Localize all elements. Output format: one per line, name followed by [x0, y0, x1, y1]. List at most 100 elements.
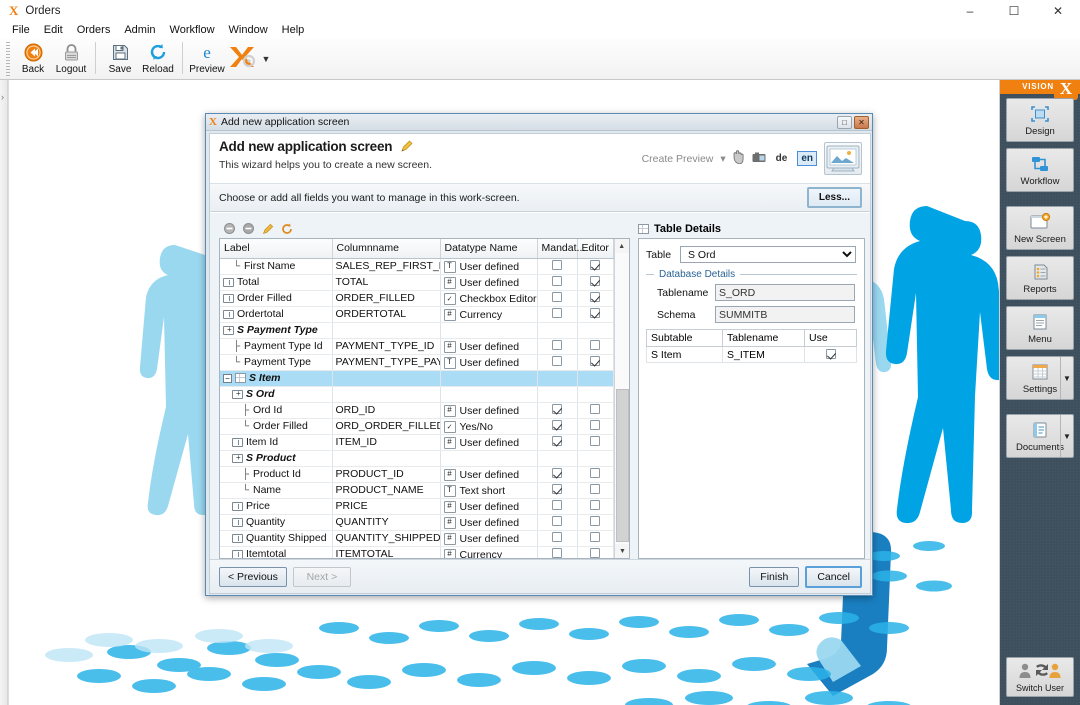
cell-columnname[interactable] — [332, 386, 440, 402]
column-header-label[interactable]: Label — [220, 239, 332, 258]
editor-checkbox[interactable] — [590, 532, 600, 542]
settings-chevron-down-icon[interactable]: ▼ — [1060, 357, 1073, 399]
cell-editor[interactable] — [577, 258, 613, 274]
editor-checkbox[interactable] — [590, 276, 600, 286]
cell-label[interactable]: −S Item — [220, 370, 332, 386]
cell-datatype[interactable]: #User defined — [440, 434, 537, 450]
table-row[interactable]: S Product — [220, 450, 613, 466]
table-row[interactable]: ItemtotalITEMTOTAL#Currency — [220, 546, 613, 559]
mandatory-checkbox[interactable] — [552, 308, 562, 318]
cell-mandatory[interactable] — [537, 482, 577, 498]
menu-workflow[interactable]: Workflow — [163, 23, 222, 37]
menu-edit[interactable]: Edit — [37, 23, 70, 37]
cell-editor[interactable] — [577, 546, 613, 559]
cell-mandatory[interactable] — [537, 370, 577, 386]
editor-checkbox[interactable] — [590, 308, 600, 318]
cell-datatype[interactable]: ✓Checkbox Editor — [440, 290, 537, 306]
menu-admin[interactable]: Admin — [117, 23, 162, 37]
cell-columnname[interactable]: TOTAL — [332, 274, 440, 290]
cell-mandatory[interactable] — [537, 274, 577, 290]
mandatory-checkbox[interactable] — [552, 276, 562, 286]
cell-columnname[interactable]: ITEMTOTAL — [332, 546, 440, 559]
table-row[interactable]: └Order FilledORD_ORDER_FILLED✓Yes/No — [220, 418, 613, 434]
toolbar-preview-button[interactable]: e Preview — [188, 39, 226, 79]
cell-datatype[interactable]: #User defined — [440, 338, 537, 354]
cell-label[interactable]: S Payment Type — [220, 322, 332, 338]
cell-label[interactable]: Quantity Shipped — [220, 530, 332, 546]
switch-user-button[interactable]: Switch User — [1006, 657, 1074, 697]
cell-editor[interactable] — [577, 306, 613, 322]
cell-label[interactable]: Quantity — [220, 514, 332, 530]
mandatory-checkbox[interactable] — [552, 340, 562, 350]
cell-datatype[interactable]: TText short — [440, 482, 537, 498]
sidebar-item-settings[interactable]: Settings ▼ — [1006, 356, 1074, 400]
cell-columnname[interactable]: PRICE — [332, 498, 440, 514]
language-de-button[interactable]: de — [773, 152, 791, 165]
cell-datatype[interactable] — [440, 322, 537, 338]
scroll-up-arrow-icon[interactable]: ▲ — [615, 239, 630, 253]
cell-datatype[interactable]: #User defined — [440, 466, 537, 482]
cell-editor[interactable] — [577, 322, 613, 338]
refresh-icon[interactable] — [280, 222, 293, 235]
cell-datatype[interactable]: #Currency — [440, 306, 537, 322]
sidebar-item-menu[interactable]: Menu — [1006, 306, 1074, 350]
cell-mandatory[interactable] — [537, 290, 577, 306]
sidebar-item-documents[interactable]: Documents ▼ — [1006, 414, 1074, 458]
column-header-mandatory[interactable]: Mandat... — [537, 239, 577, 258]
editor-checkbox[interactable] — [590, 404, 600, 414]
sidebar-item-new-screen[interactable]: New Screen — [1006, 206, 1074, 250]
cell-editor[interactable] — [577, 370, 613, 386]
cell-label[interactable]: └Payment Type — [220, 354, 332, 370]
cell-label[interactable]: Ordertotal — [220, 306, 332, 322]
dialog-close-button[interactable]: ✕ — [854, 116, 869, 129]
cell-columnname[interactable]: PRODUCT_ID — [332, 466, 440, 482]
tablename-field[interactable] — [715, 284, 855, 301]
cell-editor[interactable] — [577, 498, 613, 514]
menu-window[interactable]: Window — [222, 23, 275, 37]
cell-mandatory[interactable] — [537, 434, 577, 450]
cancel-button[interactable]: Cancel — [805, 566, 862, 588]
cell-datatype[interactable] — [440, 450, 537, 466]
cell-columnname[interactable] — [332, 370, 440, 386]
cell-editor[interactable] — [577, 482, 613, 498]
dialog-titlebar[interactable]: X Add new application screen □ ✕ — [206, 114, 872, 131]
cell-datatype[interactable]: #Currency — [440, 546, 537, 559]
table-row[interactable]: S Payment Type — [220, 322, 613, 338]
toolbar-logout-button[interactable]: Logout — [52, 39, 90, 79]
cell-datatype[interactable]: TUser defined — [440, 354, 537, 370]
cell-editor[interactable] — [577, 274, 613, 290]
cell-mandatory[interactable] — [537, 386, 577, 402]
cell-columnname[interactable]: ORD_ORDER_FILLED — [332, 418, 440, 434]
mandatory-checkbox[interactable] — [552, 420, 562, 430]
table-row[interactable]: ├Ord IdORD_ID#User defined — [220, 402, 613, 418]
cell-editor[interactable] — [577, 354, 613, 370]
cell-columnname[interactable]: ITEM_ID — [332, 434, 440, 450]
remove-all-icon[interactable] — [242, 222, 255, 235]
cell-mandatory[interactable] — [537, 498, 577, 514]
column-header-editor[interactable]: Editor — [577, 239, 613, 258]
cell-label[interactable]: Order Filled — [220, 290, 332, 306]
finish-button[interactable]: Finish — [749, 567, 799, 587]
editor-checkbox[interactable] — [590, 260, 600, 270]
toolbar-save-button[interactable]: Save — [101, 39, 139, 79]
hand-pointer-icon[interactable] — [733, 150, 745, 167]
cell-editor[interactable] — [577, 466, 613, 482]
cell-datatype[interactable]: TUser defined — [440, 258, 537, 274]
editor-checkbox[interactable] — [590, 548, 600, 558]
cell-label[interactable]: Total — [220, 274, 332, 290]
cell-mandatory[interactable] — [537, 258, 577, 274]
cell-label[interactable]: └First Name — [220, 258, 332, 274]
editor-checkbox[interactable] — [590, 468, 600, 478]
toolbar-overflow-caret-icon[interactable]: ▼ — [258, 39, 274, 79]
cell-columnname[interactable]: QUANTITY — [332, 514, 440, 530]
cell-mandatory[interactable] — [537, 354, 577, 370]
mandatory-checkbox[interactable] — [552, 500, 562, 510]
column-header-columnname[interactable]: Columnname — [332, 239, 440, 258]
cell-mandatory[interactable] — [537, 530, 577, 546]
cell-label[interactable]: Item Id — [220, 434, 332, 450]
cell-label[interactable]: ├Product Id — [220, 466, 332, 482]
collapse-toggle-icon[interactable]: − — [223, 374, 232, 383]
column-header-datatype[interactable]: Datatype Name — [440, 239, 537, 258]
menu-orders[interactable]: Orders — [70, 23, 118, 37]
cell-columnname[interactable]: ORDER_FILLED — [332, 290, 440, 306]
